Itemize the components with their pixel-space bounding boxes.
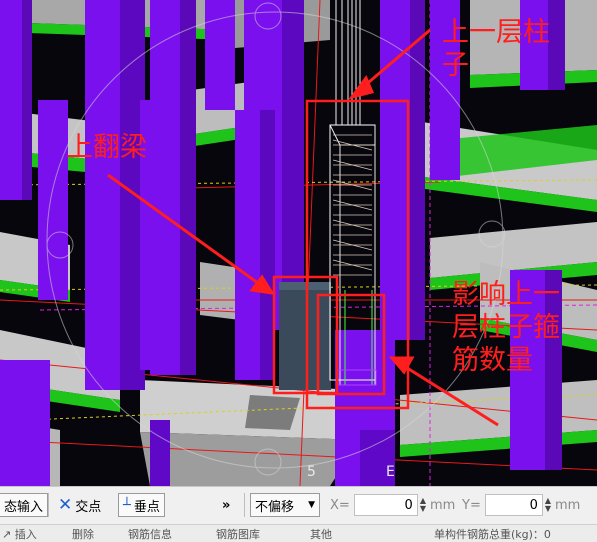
3d-viewport[interactable]: 5 E 上一层柱 子 上翻梁 影响上一 层柱子箍 筋数量	[0, 0, 597, 486]
dynamic-input-toggle[interactable]: 态输入	[0, 492, 49, 518]
x-unit: mm	[429, 497, 456, 513]
y-label: Y=	[462, 497, 481, 513]
dynamic-input-label: 态输入	[4, 499, 44, 515]
x-coordinate-group: X= 0 ▲ ▼ mm	[330, 492, 455, 518]
y-unit: mm	[555, 497, 581, 513]
label-upper-column: 上一层柱 子	[442, 16, 550, 82]
axis-label-5: 5	[307, 464, 316, 480]
perpendicular-button[interactable]: ┴ 垂点	[118, 493, 165, 517]
y-spinner-icon[interactable]: ▲ ▼	[545, 497, 551, 513]
x-input[interactable]: 0	[353, 494, 418, 516]
toolbar-divider	[48, 493, 49, 517]
label-upper-column-line2: 子	[442, 50, 469, 81]
perpendicular-icon: ┴	[123, 497, 131, 513]
offset-select[interactable]: 不偏移 ▼	[250, 492, 320, 518]
upturned-beam-3d	[279, 282, 331, 390]
label-upturned-beam: 上翻梁	[66, 132, 147, 163]
intersection-label: 交点	[75, 499, 102, 515]
x-label: X=	[330, 497, 350, 513]
y-input[interactable]: 0	[484, 494, 543, 516]
status-total-weight: 单构件钢筋总重(kg)：0	[434, 528, 551, 541]
rebar-statusbar: ↗ 插入 删除 钢筋信息 钢筋图库 其他 单构件钢筋总重(kg)：0	[0, 524, 597, 542]
status-delete[interactable]: 删除	[72, 526, 94, 542]
more-snaps-icon: »	[222, 497, 231, 513]
more-snaps-button[interactable]: »	[222, 492, 230, 518]
label-upper-column-line1: 上一层柱	[442, 17, 550, 48]
label-affects-line2: 层柱子箍	[452, 312, 560, 343]
x-spinner-icon[interactable]: ▲ ▼	[420, 497, 426, 513]
label-affects-line1: 影响上一	[452, 279, 560, 310]
offset-select-value: 不偏移	[255, 499, 295, 515]
perpendicular-snap[interactable]: ┴ 垂点	[118, 492, 165, 518]
status-insert[interactable]: ↗ 插入	[2, 526, 37, 542]
status-rebar-info[interactable]: 钢筋信息	[128, 526, 172, 542]
label-affects-stirrups: 影响上一 层柱子箍 筋数量	[452, 278, 560, 377]
toolbar-divider	[244, 493, 245, 517]
label-affects-line3: 筋数量	[452, 345, 533, 376]
chevron-down-icon: ▼	[308, 500, 315, 510]
snap-toolbar: 态输入 ✕ 交点 ┴ 垂点 » 不偏移 ▼ X= 0 ▲ ▼ mm Y= 0 ▲ ▼…	[0, 486, 597, 525]
status-other[interactable]: 其他	[310, 526, 332, 542]
axis-label-e: E	[386, 464, 395, 480]
y-value: 0	[529, 497, 538, 513]
intersection-snap[interactable]: ✕ 交点	[58, 492, 101, 518]
intersection-icon: ✕	[58, 495, 73, 515]
dynamic-input-button[interactable]: 态输入	[0, 493, 49, 517]
y-coordinate-group: Y= 0 ▲ ▼ mm	[462, 492, 580, 518]
offset-dropdown[interactable]: 不偏移 ▼	[250, 493, 320, 517]
perpendicular-label: 垂点	[133, 499, 160, 515]
status-rebar-library[interactable]: 钢筋图库	[216, 526, 260, 542]
x-value: 0	[404, 497, 413, 513]
